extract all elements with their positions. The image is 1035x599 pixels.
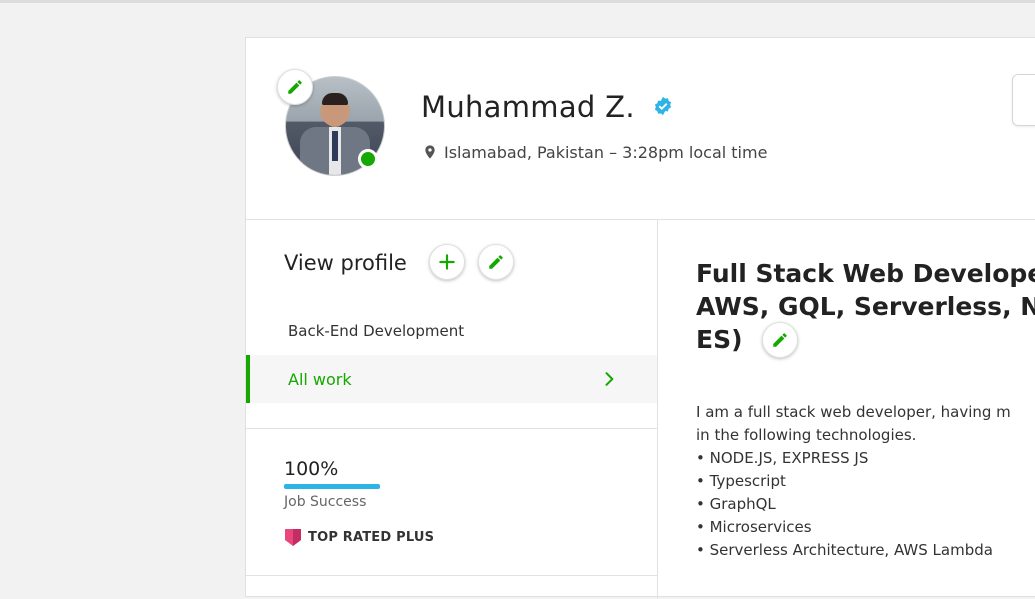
pencil-icon	[489, 255, 503, 269]
profile-title-line: AWS, GQL, Serverless, N	[696, 292, 1035, 321]
avatar-hair	[322, 93, 348, 105]
profile-title-line: ES)	[696, 325, 743, 354]
left-sidebar: View profile Back-End Development All wo…	[246, 219, 658, 599]
add-specialized-profile-button[interactable]	[429, 244, 465, 280]
pencil-icon	[773, 333, 787, 347]
top-rated-plus-badge-icon	[285, 529, 301, 546]
nav-item-back-end-development[interactable]: Back-End Development	[246, 307, 657, 355]
description-line: • Typescript	[696, 472, 786, 490]
edit-title-button[interactable]	[762, 322, 798, 358]
profile-description: I am a full stack web developer, having …	[696, 401, 1035, 562]
description-line: • Microservices	[696, 518, 812, 536]
map-pin-icon	[425, 145, 435, 159]
pencil-icon	[288, 80, 302, 94]
location-text: Islamabad, Pakistan – 3:28pm local time	[444, 142, 768, 162]
job-success-label: Job Success	[284, 494, 367, 510]
job-success-bar	[284, 484, 380, 489]
job-success-value: 100%	[284, 458, 339, 480]
edit-avatar-button[interactable]	[277, 69, 313, 105]
verified-badge-icon	[653, 96, 673, 120]
plus-icon	[439, 254, 455, 270]
location-line: Islamabad, Pakistan – 3:28pm local time	[422, 142, 767, 162]
online-status-dot	[358, 149, 378, 169]
nav-item-label: All work	[288, 369, 352, 389]
profile-title-line: Full Stack Web Develope	[696, 259, 1035, 288]
nav-item-all-work[interactable]: All work	[246, 355, 657, 403]
description-line: • GraphQL	[696, 495, 776, 513]
view-profile-heading: View profile	[284, 251, 407, 275]
header-action-box[interactable]	[1012, 74, 1035, 126]
profile-card: Muhammad Z. Islamabad, Pakistan – 3:28pm…	[245, 37, 1035, 599]
profile-overview: Full Stack Web Develope AWS, GQL, Server…	[658, 219, 1035, 599]
chevron-right-icon	[605, 372, 614, 386]
nav-item-label: Back-End Development	[288, 322, 465, 340]
description-line: I am a full stack web developer, having …	[696, 403, 1011, 421]
profile-header: Muhammad Z. Islamabad, Pakistan – 3:28pm…	[246, 38, 1035, 220]
description-line: • Serverless Architecture, AWS Lambda	[696, 541, 993, 559]
profile-title: Full Stack Web Develope AWS, GQL, Server…	[696, 257, 1035, 356]
description-line: • NODE.JS, EXPRESS JS	[696, 449, 869, 467]
divider	[246, 575, 657, 576]
avatar-jacket-left	[300, 127, 330, 175]
avatar-tie	[332, 131, 338, 161]
description-line: in the following technologies.	[696, 426, 917, 444]
divider	[246, 428, 657, 429]
top-bar	[0, 0, 1035, 3]
top-rated-plus-badge[interactable]: TOP RATED PLUS	[284, 527, 434, 547]
edit-profile-button[interactable]	[478, 244, 514, 280]
profile-name: Muhammad Z.	[421, 90, 635, 124]
badge-label: TOP RATED PLUS	[308, 529, 435, 545]
